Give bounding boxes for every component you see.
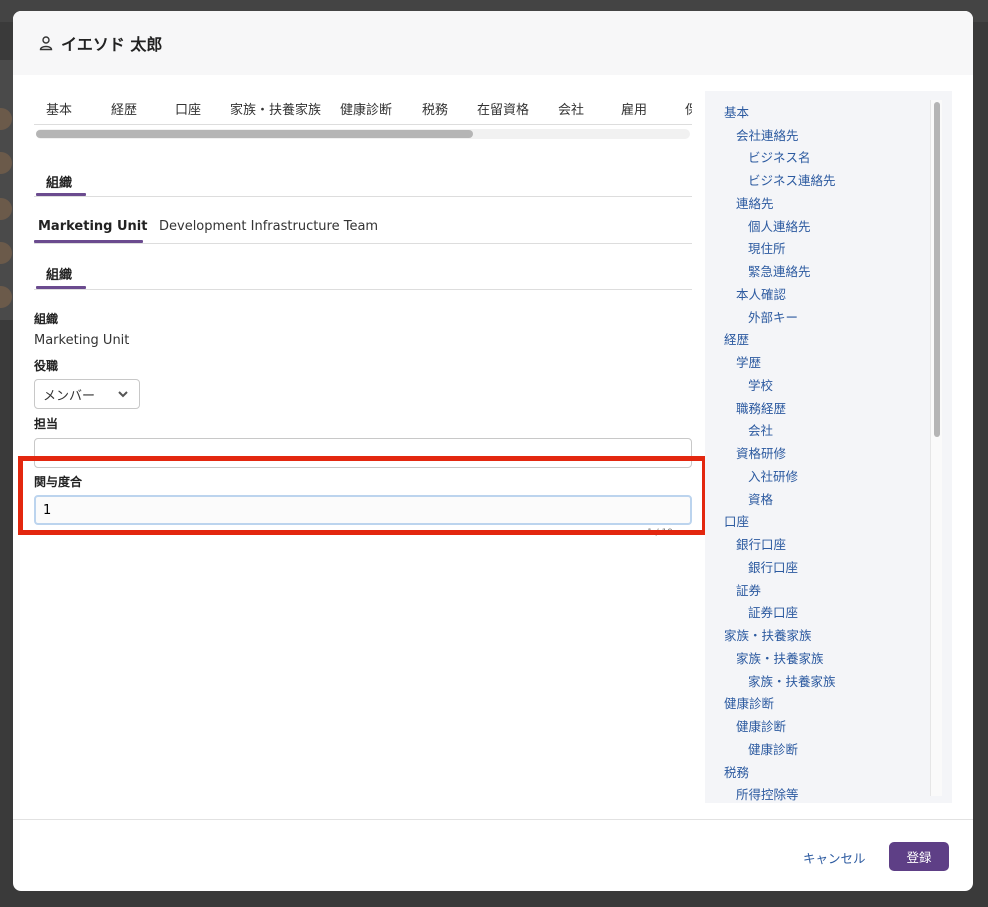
toc-item[interactable]: 資格研修	[736, 443, 786, 462]
toc-item[interactable]: 本人確認	[736, 284, 786, 303]
toc-item[interactable]: ビジネス連絡先	[748, 170, 836, 189]
tab-overflow[interactable]: 保	[685, 99, 692, 118]
toc-item[interactable]: 家族・扶養家族	[748, 671, 836, 690]
employee-edit-dialog: イエソド 太郎 基本 経歴 口座 家族・扶養家族 健康診断 税務 在留資格 会社…	[13, 11, 973, 891]
chevron-down-icon	[118, 391, 128, 398]
toc-item[interactable]: ビジネス名	[748, 147, 811, 166]
scrollbar-thumb[interactable]	[36, 130, 473, 138]
tab-organization-sub[interactable]: 組織	[46, 264, 72, 283]
toc-vertical-scrollbar[interactable]	[930, 100, 942, 796]
toc-item[interactable]: 基本	[724, 102, 749, 121]
toc-item[interactable]: 証券	[736, 580, 761, 599]
tab-career[interactable]: 経歴	[111, 99, 137, 118]
table-of-contents: 基本 会社連絡先 ビジネス名 ビジネス連絡先 連絡先 個人連絡先 現住所 緊急連…	[705, 91, 952, 803]
dialog-header: イエソド 太郎	[13, 11, 973, 75]
tab-tax[interactable]: 税務	[422, 99, 448, 118]
tab-basic[interactable]: 基本	[46, 99, 72, 118]
toc-item[interactable]: 資格	[748, 489, 773, 508]
tab-account[interactable]: 口座	[175, 99, 201, 118]
toc-item[interactable]: 現住所	[748, 238, 786, 257]
toc-item[interactable]: 入社研修	[748, 466, 798, 485]
divider	[34, 243, 692, 244]
dialog-title: イエソド 太郎	[61, 35, 163, 54]
tabs-horizontal-scrollbar[interactable]	[36, 129, 690, 139]
toc-item[interactable]: 学校	[748, 375, 773, 394]
tab-org-dev-infra-team[interactable]: Development Infrastructure Team	[159, 219, 378, 234]
tabs-divider	[34, 124, 692, 125]
divider	[34, 196, 692, 197]
divider	[34, 289, 692, 290]
toc-item[interactable]: 外部キー	[748, 307, 798, 326]
org-value: Marketing Unit	[34, 333, 130, 348]
toc-item[interactable]: 個人連絡先	[748, 216, 811, 235]
submit-button[interactable]: 登録	[889, 842, 949, 871]
role-label: 役職	[34, 359, 59, 373]
toc-item[interactable]: 職務経歴	[736, 398, 786, 417]
assignee-label: 担当	[34, 417, 59, 431]
toc-item[interactable]: 口座	[724, 511, 749, 530]
user-icon	[39, 36, 53, 51]
role-selected-value: メンバー	[43, 388, 96, 404]
toc-item[interactable]: 銀行口座	[736, 534, 786, 553]
scrollbar-thumb[interactable]	[934, 102, 940, 437]
toc-item[interactable]: 証券口座	[748, 602, 798, 621]
highlight-annotation	[18, 456, 707, 535]
toc-item[interactable]: 銀行口座	[748, 557, 798, 576]
toc-item[interactable]: 所得控除等	[736, 784, 799, 803]
toc-item[interactable]: 家族・扶養家族	[724, 625, 812, 644]
toc-item[interactable]: 家族・扶養家族	[736, 648, 824, 667]
toc-item[interactable]: 連絡先	[736, 193, 774, 212]
tab-family[interactable]: 家族・扶養家族	[230, 99, 321, 118]
toc-item[interactable]: 健康診断	[736, 716, 786, 735]
tab-employment[interactable]: 雇用	[621, 99, 647, 118]
tab-health[interactable]: 健康診断	[340, 99, 392, 118]
background-app-list	[0, 60, 13, 320]
footer-divider	[13, 819, 973, 820]
toc-item[interactable]: 学歴	[736, 352, 761, 371]
tab-org-marketing-unit[interactable]: Marketing Unit	[38, 219, 147, 234]
toc-item[interactable]: 健康診断	[748, 739, 798, 758]
cancel-button[interactable]: キャンセル	[791, 843, 878, 871]
section-tabs: 基本 経歴 口座 家族・扶養家族 健康診断 税務 在留資格 会社 雇用 保	[34, 91, 692, 147]
tab-residence[interactable]: 在留資格	[477, 99, 529, 118]
role-select[interactable]: メンバー	[34, 379, 140, 409]
toc-item[interactable]: 税務	[724, 762, 749, 781]
toc-item[interactable]: 経歴	[724, 329, 749, 348]
tab-company[interactable]: 会社	[558, 99, 584, 118]
org-label: 組織	[34, 312, 59, 326]
toc-item[interactable]: 健康診断	[724, 693, 774, 712]
toc-item[interactable]: 緊急連絡先	[748, 261, 811, 280]
toc-item[interactable]: 会社	[748, 420, 773, 439]
tab-organization[interactable]: 組織	[46, 172, 72, 191]
toc-item[interactable]: 会社連絡先	[736, 125, 799, 144]
